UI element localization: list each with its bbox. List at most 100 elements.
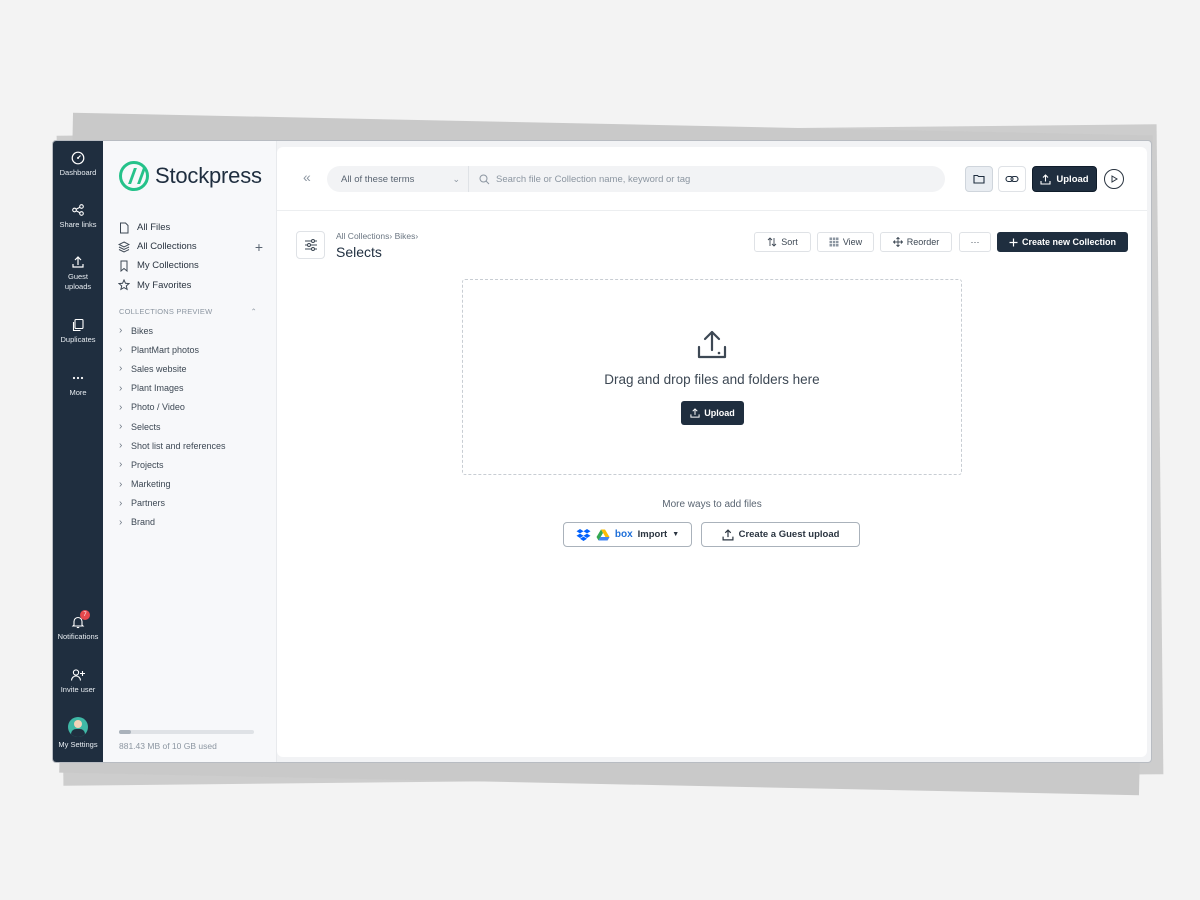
sidebar-item-all-files[interactable]: All Files [118, 218, 263, 237]
link-button[interactable] [998, 166, 1026, 192]
list-item[interactable]: › Selects [119, 417, 269, 436]
sort-button[interactable]: Sort [754, 232, 811, 252]
reorder-button[interactable]: Reorder [880, 232, 952, 252]
chevron-right-icon[interactable]: › [119, 344, 131, 355]
gauge-icon [71, 151, 85, 165]
chevron-right-icon[interactable]: › [119, 383, 131, 394]
sidebar-item-all-collections[interactable]: All Collections + [118, 237, 263, 256]
collection-header: All Collections› Bikes› Selects Sort Vie… [277, 211, 1147, 271]
sidebar: Stockpress All Files All Collections + M… [103, 141, 277, 762]
box-logo: box [614, 529, 633, 540]
collection-label: Bikes [131, 325, 154, 336]
list-item[interactable]: › Bikes [119, 321, 269, 340]
search-scope-value: All of these terms [341, 173, 415, 185]
rail-notifications[interactable]: 7 Notifications [53, 610, 103, 642]
chevron-right-icon[interactable]: › [119, 325, 131, 336]
chevron-right-icon[interactable]: › [119, 498, 131, 509]
import-button[interactable]: box Import ▼ [563, 522, 692, 547]
upload-icon [690, 408, 700, 418]
import-label: Import [637, 529, 668, 540]
create-collection-button[interactable]: Create new Collection [997, 232, 1128, 252]
chevron-right-icon: › [389, 231, 393, 241]
google-drive-icon [596, 529, 610, 540]
list-item[interactable]: › Marketing [119, 475, 269, 494]
filter-button[interactable] [296, 231, 325, 259]
rail-label: Duplicates [60, 335, 96, 344]
collection-label: Partners [131, 498, 166, 509]
app-window: Dashboard Share links Guest uploads Dupl… [52, 140, 1152, 763]
breadcrumb-all-collections[interactable]: All Collections [336, 231, 389, 241]
list-item[interactable]: › Shot list and references [119, 436, 269, 455]
file-icon [120, 222, 129, 234]
sliders-icon [304, 239, 317, 251]
primary-rail: Dashboard Share links Guest uploads Dupl… [53, 141, 103, 762]
more-options-button[interactable]: ··· [959, 232, 991, 252]
create-collection-label: Create new Collection [1021, 237, 1117, 247]
add-user-icon [70, 669, 85, 681]
play-icon [1111, 175, 1118, 183]
more-options-icon: ··· [970, 237, 980, 247]
page-title: Selects [336, 244, 382, 260]
upload-icon [72, 256, 84, 268]
rail-label: Guest uploads [64, 272, 92, 291]
search-icon [479, 174, 490, 184]
rail-duplicates[interactable]: Duplicates [53, 318, 103, 345]
collapse-sidebar-icon[interactable]: « [303, 169, 311, 185]
search-bar: All of these terms ⌄ Search file or Coll… [327, 166, 945, 192]
rail-dashboard[interactable]: Dashboard [53, 151, 103, 178]
sidebar-item-label: All Files [137, 222, 171, 234]
add-collection-icon[interactable]: + [255, 239, 263, 255]
collection-label: Marketing [131, 479, 171, 490]
view-button[interactable]: View [817, 232, 874, 252]
share-icon [72, 204, 84, 216]
rail-share-links[interactable]: Share links [53, 203, 103, 230]
rail-my-settings[interactable]: My Settings [53, 717, 103, 750]
collections-preview-heading[interactable]: COLLECTIONS PREVIEW ⌃ [119, 307, 257, 316]
sidebar-item-my-collections[interactable]: My Collections [118, 256, 263, 275]
chevron-right-icon[interactable]: › [119, 363, 131, 374]
chevron-down-icon: ⌄ [452, 173, 460, 184]
main-panel: « All of these terms ⌄ Search file or Co… [277, 147, 1147, 757]
sidebar-item-my-favorites[interactable]: My Favorites [118, 276, 263, 295]
chevron-right-icon[interactable]: › [119, 402, 131, 413]
notification-badge: 7 [80, 610, 90, 620]
upload-button[interactable]: Upload [1032, 166, 1097, 192]
chevron-right-icon[interactable]: › [119, 517, 131, 528]
link-icon [1005, 175, 1019, 183]
list-item[interactable]: › PlantMart photos [119, 340, 269, 359]
rail-label: Dashboard [59, 168, 97, 177]
dropzone-upload-button[interactable]: Upload [681, 401, 744, 425]
view-label: View [842, 237, 863, 247]
search-input[interactable]: Search file or Collection name, keyword … [469, 174, 945, 185]
star-icon [118, 279, 130, 291]
logo[interactable]: Stockpress [119, 161, 262, 191]
search-scope-select[interactable]: All of these terms ⌄ [327, 166, 469, 192]
play-button[interactable] [1104, 169, 1124, 189]
collection-label: Selects [131, 421, 161, 432]
list-item[interactable]: › Plant Images [119, 379, 269, 398]
create-guest-upload-button[interactable]: Create a Guest upload [701, 522, 860, 547]
rail-more[interactable]: More [53, 371, 103, 398]
chevron-right-icon[interactable]: › [119, 479, 131, 490]
list-item[interactable]: › Partners [119, 494, 269, 513]
chevron-right-icon[interactable]: › [119, 459, 131, 470]
chevron-right-icon[interactable]: › [119, 440, 131, 451]
folder-view-button[interactable] [965, 166, 993, 192]
list-item[interactable]: › Photo / Video [119, 398, 269, 417]
list-item[interactable]: › Projects [119, 455, 269, 474]
dropzone-text: Drag and drop files and folders here [604, 372, 820, 387]
rail-guest-uploads[interactable]: Guest uploads [53, 255, 103, 292]
rail-invite-user[interactable]: Invite user [53, 668, 103, 695]
bookmark-icon [120, 260, 128, 272]
plus-icon [1009, 238, 1018, 246]
rail-label: My Settings [58, 740, 98, 749]
breadcrumb-bikes[interactable]: Bikes [395, 231, 416, 241]
list-item[interactable]: › Brand [119, 513, 269, 532]
chevron-up-icon[interactable]: ⌃ [251, 307, 257, 316]
collection-label: Projects [131, 459, 164, 470]
chevron-right-icon[interactable]: › [119, 421, 131, 432]
list-item[interactable]: › Sales website [119, 359, 269, 378]
upload-icon [1040, 173, 1051, 185]
upload-dropzone[interactable]: Drag and drop files and folders here Upl… [462, 279, 962, 475]
sidebar-item-label: All Collections [137, 241, 197, 253]
